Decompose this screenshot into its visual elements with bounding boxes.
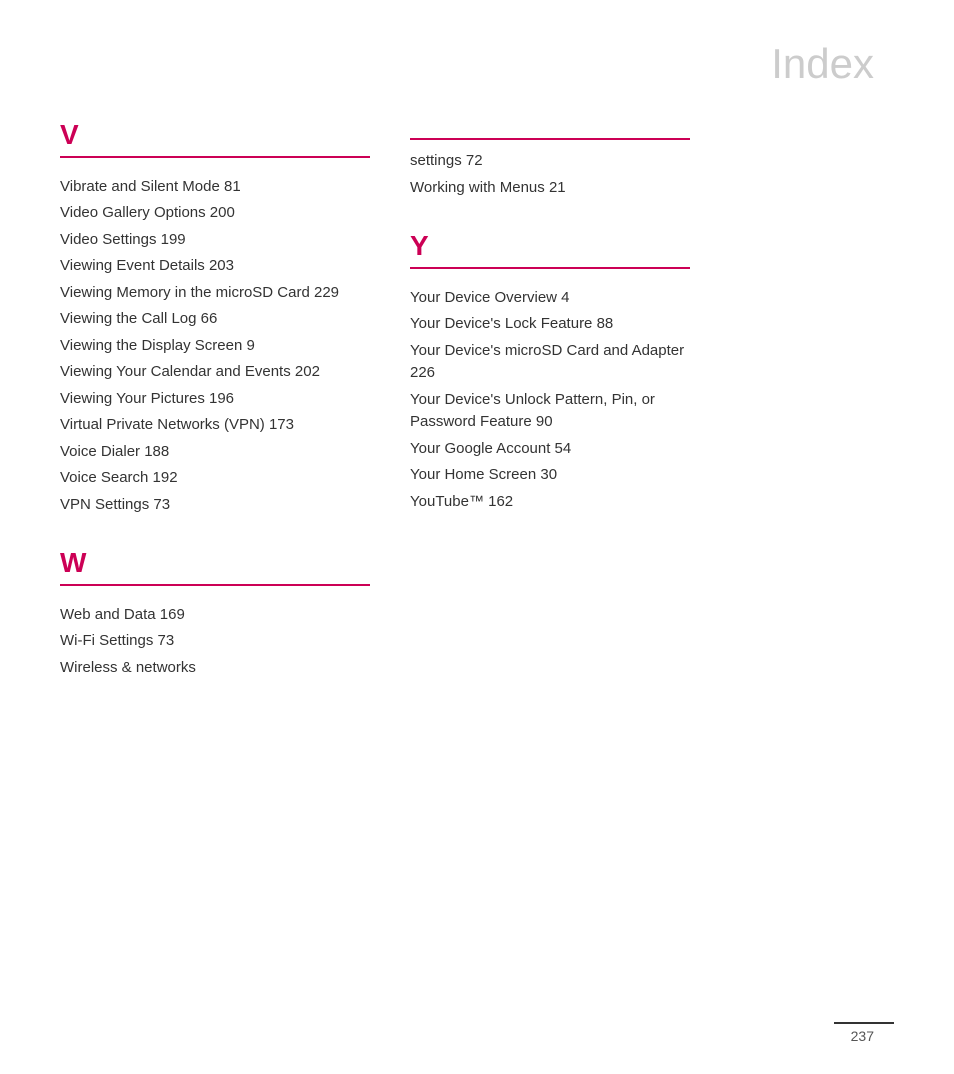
section-divider-w	[60, 584, 370, 586]
section-letter-v: V	[60, 118, 370, 152]
entry-viewing-pictures: Viewing Your Pictures 196	[60, 388, 370, 411]
section-w: W Web and Data 169 Wi-Fi Settings 73 Wir…	[60, 546, 370, 679]
entry-video-gallery: Video Gallery Options 200	[60, 202, 370, 225]
section-divider-v	[60, 156, 370, 158]
entry-device-microsd: Your Device's microSD Card and Adapter 2…	[410, 340, 690, 385]
entry-wifi-settings: Wi-Fi Settings 73	[60, 630, 370, 653]
entry-google-account: Your Google Account 54	[410, 438, 690, 461]
entry-working-menus: Working with Menus 21	[410, 177, 690, 200]
entry-voice-dialer: Voice Dialer 188	[60, 441, 370, 464]
entry-viewing-event: Viewing Event Details 203	[60, 255, 370, 278]
entry-device-overview: Your Device Overview 4	[410, 287, 690, 310]
entry-vpn-settings: VPN Settings 73	[60, 494, 370, 517]
entry-viewing-calendar: Viewing Your Calendar and Events 202	[60, 361, 370, 384]
section-letter-y: Y	[410, 229, 690, 263]
section-v: V Vibrate and Silent Mode 81 Video Galle…	[60, 118, 370, 516]
entry-home-screen: Your Home Screen 30	[410, 464, 690, 487]
section-letter-w: W	[60, 546, 370, 580]
entry-web-data: Web and Data 169	[60, 604, 370, 627]
entry-viewing-call-log: Viewing the Call Log 66	[60, 308, 370, 331]
entry-youtube: YouTube™ 162	[410, 491, 690, 514]
entry-vpn-networks: Virtual Private Networks (VPN) 173	[60, 414, 370, 437]
entry-device-lock: Your Device's Lock Feature 88	[410, 313, 690, 336]
entry-video-settings: Video Settings 199	[60, 229, 370, 252]
section-divider-y	[410, 267, 690, 269]
section-divider-w-cont	[410, 138, 690, 140]
right-column: settings 72 Working with Menus 21 Y Your…	[410, 118, 690, 709]
left-column: V Vibrate and Silent Mode 81 Video Galle…	[60, 118, 370, 709]
entry-settings-72: settings 72	[410, 150, 690, 173]
page-number-line	[834, 1022, 894, 1024]
entry-wireless-networks: Wireless & networks	[60, 657, 370, 680]
entry-viewing-display: Viewing the Display Screen 9	[60, 335, 370, 358]
entry-vibrate: Vibrate and Silent Mode 81	[60, 176, 370, 199]
page-title: Index	[0, 0, 954, 118]
section-y: Y Your Device Overview 4 Your Device's L…	[410, 229, 690, 513]
entry-viewing-memory: Viewing Memory in the microSD Card 229	[60, 282, 370, 305]
entry-voice-search: Voice Search 192	[60, 467, 370, 490]
page-number: 237	[851, 1028, 874, 1044]
entry-device-unlock: Your Device's Unlock Pattern, Pin, or Pa…	[410, 389, 690, 434]
section-w-continued: settings 72 Working with Menus 21	[410, 118, 690, 199]
